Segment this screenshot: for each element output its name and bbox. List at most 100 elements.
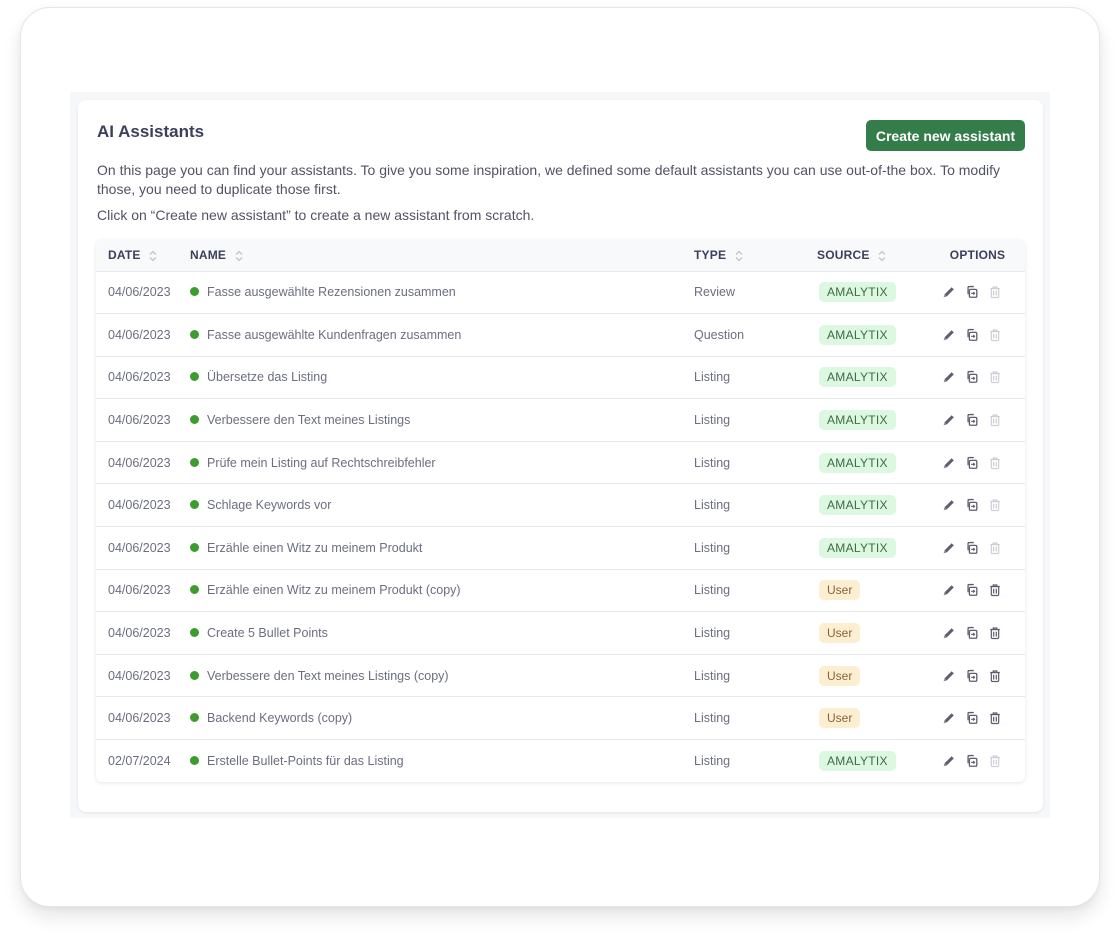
status-dot-icon — [190, 756, 199, 766]
delete-icon[interactable] — [988, 669, 1002, 683]
duplicate-icon[interactable] — [965, 328, 979, 342]
date-text: 02/07/2024 — [108, 754, 171, 769]
duplicate-icon[interactable] — [965, 498, 979, 512]
row-options — [930, 399, 1025, 442]
assistant-name[interactable]: Verbessere den Text meines Listings — [207, 413, 410, 427]
delete-icon[interactable] — [988, 626, 1002, 640]
sort-icon[interactable] — [878, 250, 886, 262]
row-type: Listing — [694, 740, 817, 783]
duplicate-icon[interactable] — [965, 669, 979, 683]
row-name[interactable]: Prüfe mein Listing auf Rechtschreibfehle… — [190, 441, 694, 484]
row-date: 04/06/2023 — [96, 271, 190, 314]
type-text: Question — [694, 327, 745, 342]
delete-icon — [988, 456, 1002, 470]
duplicate-icon[interactable] — [965, 456, 979, 470]
edit-icon[interactable] — [942, 328, 956, 342]
duplicate-icon[interactable] — [965, 413, 979, 427]
duplicate-icon[interactable] — [965, 711, 979, 725]
row-date: 04/06/2023 — [96, 612, 190, 655]
table-row[interactable]: 04/06/2023 Erzähle einen Witz zu meinem … — [96, 569, 1025, 612]
row-name[interactable]: Verbessere den Text meines Listings (cop… — [190, 654, 694, 697]
edit-icon[interactable] — [942, 669, 956, 683]
assistant-name[interactable]: Erstelle Bullet-Points für das Listing — [207, 754, 404, 768]
table-row[interactable]: 04/06/2023 Übersetze das Listing Listing… — [96, 356, 1025, 399]
table-row[interactable]: 04/06/2023 Verbessere den Text meines Li… — [96, 398, 1025, 442]
assistant-name[interactable]: Prüfe mein Listing auf Rechtschreibfehle… — [207, 456, 436, 470]
edit-icon[interactable] — [942, 498, 956, 512]
table-row[interactable]: 04/06/2023 Create 5 Bullet Points Listin… — [96, 611, 1025, 655]
row-options — [930, 441, 1025, 484]
duplicate-icon[interactable] — [965, 285, 979, 299]
column-header-name[interactable]: NAME — [190, 240, 694, 271]
row-options — [930, 484, 1025, 527]
column-label-date: DATE — [108, 248, 141, 263]
assistant-name[interactable]: Backend Keywords (copy) — [207, 711, 352, 725]
delete-icon — [988, 541, 1002, 555]
table-row[interactable]: 04/06/2023 Prüfe mein Listing auf Rechts… — [96, 441, 1025, 484]
edit-icon[interactable] — [942, 754, 956, 768]
row-name[interactable]: Schlage Keywords vor — [190, 484, 694, 527]
table-row[interactable]: 04/06/2023 Erzähle einen Witz zu meinem … — [96, 526, 1025, 570]
row-name[interactable]: Verbessere den Text meines Listings — [190, 399, 694, 442]
table-row[interactable]: 04/06/2023 Backend Keywords (copy) Listi… — [96, 696, 1025, 740]
row-name[interactable]: Erzähle einen Witz zu meinem Produkt (co… — [190, 569, 694, 612]
edit-icon[interactable] — [942, 370, 956, 384]
row-name[interactable]: Backend Keywords (copy) — [190, 697, 694, 740]
delete-icon[interactable] — [988, 711, 1002, 725]
duplicate-icon[interactable] — [965, 583, 979, 597]
table-row[interactable]: 02/07/2024 Erstelle Bullet-Points für da… — [96, 739, 1025, 783]
row-options — [930, 356, 1025, 399]
create-new-assistant-button[interactable]: Create new assistant — [866, 120, 1025, 151]
duplicate-icon[interactable] — [965, 754, 979, 768]
table-row[interactable]: 04/06/2023 Schlage Keywords vor Listing … — [96, 483, 1025, 527]
assistant-name[interactable]: Fasse ausgewählte Kundenfragen zusammen — [207, 328, 461, 342]
table-row[interactable]: 04/06/2023 Fasse ausgewählte Rezensionen… — [96, 271, 1025, 314]
edit-icon[interactable] — [942, 413, 956, 427]
column-header-date[interactable]: DATE — [96, 240, 190, 271]
row-name[interactable]: Create 5 Bullet Points — [190, 612, 694, 655]
edit-icon[interactable] — [942, 541, 956, 555]
row-name[interactable]: Übersetze das Listing — [190, 356, 694, 399]
edit-icon[interactable] — [942, 626, 956, 640]
status-dot-icon — [190, 329, 199, 339]
row-type: Listing — [694, 612, 817, 655]
assistant-name[interactable]: Erzähle einen Witz zu meinem Produkt (co… — [207, 583, 461, 597]
edit-icon[interactable] — [942, 711, 956, 725]
status-dot-icon — [190, 585, 199, 595]
table-row[interactable]: 04/06/2023 Verbessere den Text meines Li… — [96, 654, 1025, 697]
sort-icon[interactable] — [735, 250, 743, 262]
date-text: 04/06/2023 — [108, 413, 171, 428]
assistant-name[interactable]: Fasse ausgewählte Rezensionen zusammen — [207, 285, 456, 299]
assistant-name[interactable]: Schlage Keywords vor — [207, 498, 331, 512]
row-name[interactable]: Erstelle Bullet-Points für das Listing — [190, 740, 694, 783]
source-badge-amalytix: AMALYTIX — [819, 751, 896, 772]
page-description: On this page you can find your assistant… — [97, 162, 1000, 197]
source-badge-amalytix: AMALYTIX — [819, 537, 896, 558]
page-hint: Click on “Create new assistant” to creat… — [97, 207, 535, 223]
sort-icon[interactable] — [149, 250, 157, 262]
delete-icon — [988, 498, 1002, 512]
row-name[interactable]: Erzähle einen Witz zu meinem Produkt — [190, 527, 694, 570]
edit-icon[interactable] — [942, 285, 956, 299]
edit-icon[interactable] — [942, 583, 956, 597]
delete-icon[interactable] — [988, 583, 1002, 597]
status-dot-icon — [190, 500, 199, 510]
row-name[interactable]: Fasse ausgewählte Kundenfragen zusammen — [190, 314, 694, 357]
column-header-type[interactable]: TYPE — [694, 240, 817, 271]
assistant-name[interactable]: Übersetze das Listing — [207, 370, 327, 384]
table-row[interactable]: 04/06/2023 Fasse ausgewählte Kundenfrage… — [96, 313, 1025, 357]
row-name[interactable]: Fasse ausgewählte Rezensionen zusammen — [190, 271, 694, 314]
type-text: Listing — [694, 711, 731, 726]
assistant-name[interactable]: Verbessere den Text meines Listings (cop… — [207, 669, 449, 683]
duplicate-icon[interactable] — [965, 626, 979, 640]
assistant-name[interactable]: Create 5 Bullet Points — [207, 626, 328, 640]
column-header-source[interactable]: SOURCE — [817, 240, 930, 271]
source-badge-amalytix: AMALYTIX — [819, 495, 896, 516]
sort-icon[interactable] — [235, 250, 243, 262]
edit-icon[interactable] — [942, 456, 956, 470]
column-label-options: OPTIONS — [949, 248, 1006, 263]
assistant-name[interactable]: Erzähle einen Witz zu meinem Produkt — [207, 541, 422, 555]
type-text: Review — [694, 285, 735, 300]
duplicate-icon[interactable] — [965, 370, 979, 384]
duplicate-icon[interactable] — [965, 541, 979, 555]
